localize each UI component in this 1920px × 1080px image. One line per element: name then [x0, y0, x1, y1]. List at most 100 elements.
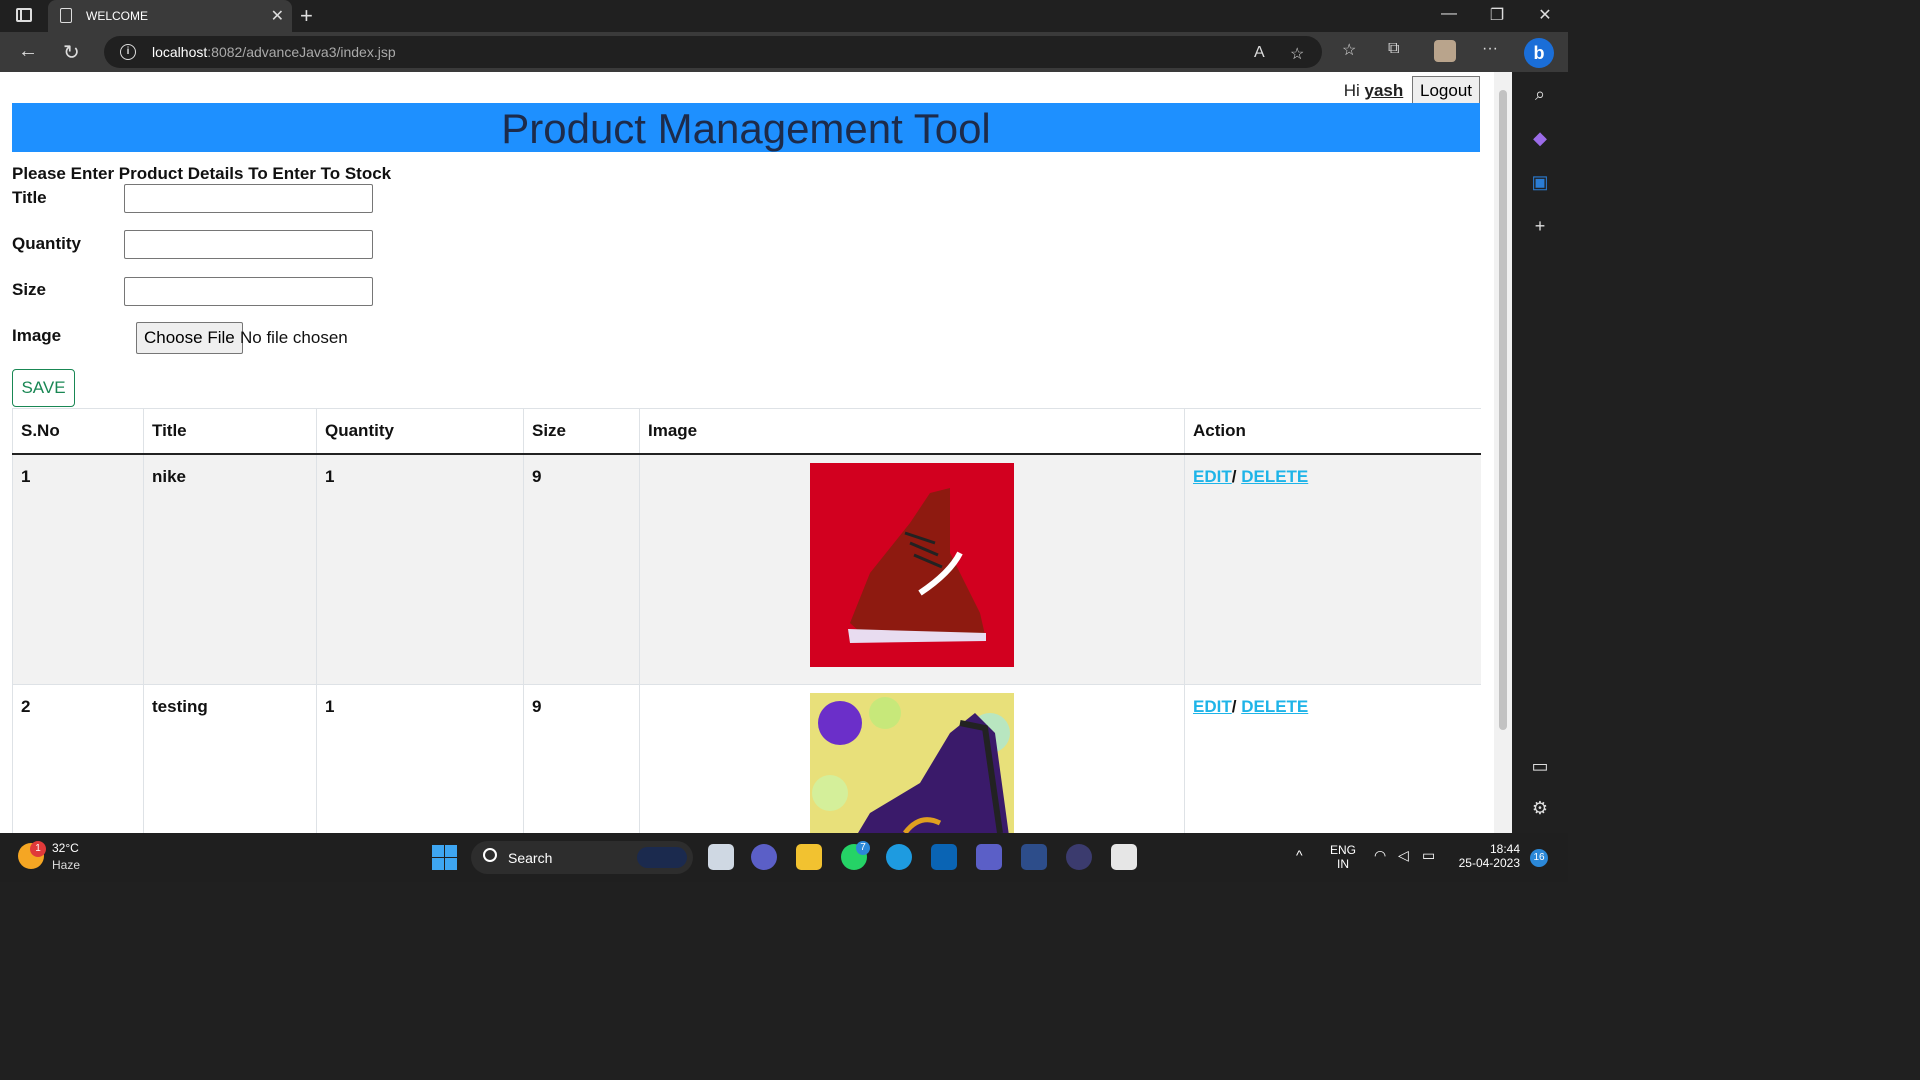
url-path: :8082/advanceJava3/index.jsp: [207, 44, 396, 60]
cell-sno: 1: [12, 454, 144, 685]
page-title: Product Management Tool: [12, 103, 1480, 152]
collections-icon[interactable]: ⧉: [1388, 40, 1399, 58]
sidebar-toggle-icon[interactable]: ▭: [1530, 756, 1550, 777]
tab-actions-icon[interactable]: [16, 8, 32, 22]
new-tab-icon[interactable]: +: [300, 3, 313, 29]
edit-link[interactable]: EDIT: [1193, 467, 1232, 486]
search-icon: [483, 848, 497, 862]
outlook-taskbar-icon[interactable]: [931, 844, 957, 870]
page-scrollbar[interactable]: [1494, 72, 1512, 833]
edit-link[interactable]: EDIT: [1193, 697, 1232, 716]
eclipse-ide-icon[interactable]: [1021, 844, 1047, 870]
browser-tab[interactable]: WELCOME ✕: [48, 0, 292, 32]
teams-icon[interactable]: [976, 844, 1002, 870]
show-hidden-icons[interactable]: ^: [1296, 847, 1303, 863]
lang-bottom: IN: [1337, 857, 1349, 871]
notification-badge[interactable]: 16: [1530, 849, 1548, 867]
teams-chat-icon[interactable]: [751, 844, 777, 870]
weather-badge: 1: [30, 841, 46, 857]
start-tile: [445, 845, 457, 857]
delete-link[interactable]: DELETE: [1241, 467, 1308, 486]
start-tile: [445, 858, 457, 870]
page-icon: [60, 8, 72, 23]
weather-condition[interactable]: Haze: [52, 858, 80, 872]
quantity-input[interactable]: [124, 230, 373, 259]
user-greeting: Hi yash Logout: [1344, 76, 1480, 106]
bing-chat-icon[interactable]: b: [1524, 38, 1554, 68]
more-options-icon[interactable]: ···: [1482, 40, 1498, 58]
browser-toolbar: ← ↻ i localhost:8082/advanceJava3/index.…: [0, 32, 1568, 72]
cell-quantity: 1: [316, 454, 524, 685]
logout-button[interactable]: Logout: [1412, 76, 1480, 106]
image-label: Image: [12, 326, 62, 345]
wifi-icon[interactable]: ◠: [1374, 847, 1386, 864]
address-bar[interactable]: i localhost:8082/advanceJava3/index.jsp …: [104, 36, 1322, 68]
profile-avatar[interactable]: [1434, 40, 1456, 62]
restore-icon[interactable]: ❐: [1482, 5, 1512, 25]
browser-titlebar: WELCOME ✕ + — ❐ ✕: [0, 0, 1568, 32]
cell-image: [639, 684, 1185, 833]
volume-icon[interactable]: ◁: [1398, 847, 1409, 864]
clock-date: 25-04-2023: [1458, 856, 1520, 870]
product-table: S.No Title Quantity Size Image Action 1 …: [12, 408, 1481, 833]
file-explorer-icon[interactable]: [796, 844, 822, 870]
header-quantity: Quantity: [316, 408, 524, 455]
cell-title: nike: [143, 454, 317, 685]
size-input[interactable]: [124, 277, 373, 306]
cell-action: EDIT/ DELETE: [1184, 454, 1481, 685]
edge-icon[interactable]: [886, 844, 912, 870]
start-tile: [432, 845, 444, 857]
table-row: 1 nike 1 9 EDIT/ DELETE: [12, 454, 1481, 685]
delete-link[interactable]: DELETE: [1241, 697, 1308, 716]
add-sidebar-icon[interactable]: +: [1530, 216, 1550, 237]
tab-close-icon[interactable]: ✕: [271, 6, 284, 26]
search-placeholder: Search: [508, 850, 553, 866]
url-text[interactable]: localhost:8082/advanceJava3/index.jsp: [152, 44, 396, 60]
start-icon[interactable]: [432, 845, 457, 870]
search-highlight-icon: [637, 847, 687, 868]
snipping-tool-icon[interactable]: [1111, 844, 1137, 870]
settings-icon[interactable]: ⚙: [1530, 798, 1550, 819]
cell-quantity: 1: [316, 684, 524, 833]
header-size: Size: [523, 408, 640, 455]
action-separator: /: [1231, 467, 1237, 486]
title-input[interactable]: [124, 184, 373, 213]
title-label: Title: [12, 188, 47, 207]
back-icon[interactable]: ←: [18, 40, 38, 63]
eclipse-icon[interactable]: [1066, 844, 1092, 870]
task-view-icon[interactable]: [708, 844, 734, 870]
greeting-text: Hi: [1343, 81, 1360, 100]
clock[interactable]: 18:44 25-04-2023: [1454, 842, 1520, 870]
refresh-icon[interactable]: ↻: [63, 40, 80, 65]
windows-taskbar: 1 32°C Haze Search 7 ^ ENG IN ◠ ◁ ▭ 18:4…: [0, 833, 1568, 882]
tab-title: WELCOME: [86, 9, 149, 23]
read-aloud-icon[interactable]: A: [1254, 44, 1265, 62]
action-separator: /: [1231, 697, 1237, 716]
table-header-row: S.No Title Quantity Size Image Action: [12, 408, 1481, 455]
product-image-purple-sneaker: [810, 693, 1014, 833]
username-link[interactable]: yash: [1365, 81, 1404, 100]
cell-size: 9: [523, 684, 640, 833]
battery-icon[interactable]: ▭: [1422, 847, 1435, 864]
header-sno: S.No: [12, 408, 144, 455]
add-favorite-icon[interactable]: ☆: [1290, 44, 1304, 64]
search-icon[interactable]: ⌕: [1530, 84, 1550, 105]
choose-file-button[interactable]: Choose File: [136, 322, 243, 354]
outlook-icon[interactable]: ▣: [1530, 172, 1550, 193]
language-indicator[interactable]: ENG IN: [1330, 843, 1356, 871]
scrollbar-thumb[interactable]: [1499, 90, 1507, 730]
quantity-label: Quantity: [12, 234, 81, 253]
whatsapp-badge: 7: [856, 841, 870, 855]
temperature[interactable]: 32°C: [52, 841, 79, 855]
close-window-icon[interactable]: ✕: [1530, 5, 1560, 25]
header-title: Title: [143, 408, 317, 455]
cell-title: testing: [143, 684, 317, 833]
info-icon[interactable]: i: [120, 44, 136, 60]
shopping-icon[interactable]: ◆: [1530, 128, 1550, 149]
cell-image: [639, 454, 1185, 685]
taskbar-search[interactable]: Search: [471, 841, 693, 874]
minimize-icon[interactable]: —: [1434, 5, 1464, 23]
header-action: Action: [1184, 408, 1481, 455]
save-button[interactable]: SAVE: [12, 369, 75, 407]
favorites-icon[interactable]: ☆: [1342, 40, 1356, 60]
